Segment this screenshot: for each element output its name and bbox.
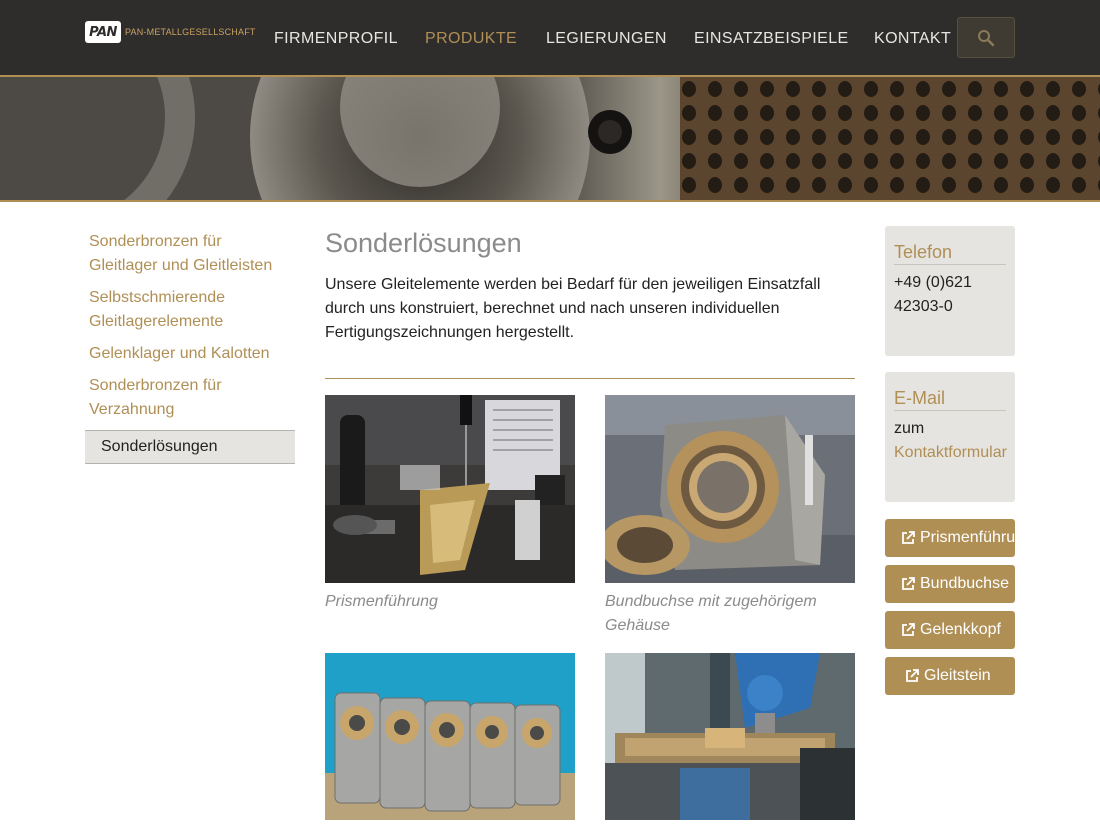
email-prefix: zum xyxy=(894,420,925,437)
contact-form-link[interactable]: Kontaktformular xyxy=(894,444,1007,461)
nav-produkte[interactable]: PRODUKTE xyxy=(425,30,517,48)
top-navigation-bar: PAN PAN-METALLGESELLSCHAFT FIRMENPROFIL … xyxy=(0,0,1100,75)
email-text: zum Kontaktformular xyxy=(894,417,1007,465)
gallery-image-gelenkkoepfe[interactable] xyxy=(325,653,575,820)
logo-text: PAN-METALLGESELLSCHAFT xyxy=(125,27,256,37)
intro-text: Unsere Gleitelemente werden bei Bedarf f… xyxy=(325,276,821,341)
sidebar-item-gleitlager[interactable]: Sonderbronzen für Gleitlager und Gleitle… xyxy=(85,230,295,278)
phone-title: Telefon xyxy=(894,240,1006,265)
quicklink-gleitstein[interactable]: Gleitstein xyxy=(885,657,1015,695)
nav-einsatzbeispiele[interactable]: EINSATZBEISPIELE xyxy=(694,30,849,48)
page-title: Sonderlösungen xyxy=(325,228,522,258)
quicklink-label: Bundbuchse xyxy=(920,575,1009,592)
phone-card: Telefon +49 (0)621 42303-0 xyxy=(885,226,1015,356)
hero-divider xyxy=(0,200,1100,202)
hero-banner-image xyxy=(0,77,1100,200)
email-title: E-Mail xyxy=(894,386,1006,411)
gallery-image-gleitstein[interactable] xyxy=(605,653,855,820)
phone-number[interactable]: +49 (0)621 42303-0 xyxy=(894,271,1006,319)
gallery-image-prismenfuehrung[interactable] xyxy=(325,395,575,583)
sidebar-item-verzahnung[interactable]: Sonderbronzen für Verzahnung xyxy=(85,374,295,422)
nav-legierungen[interactable]: LEGIERUNGEN xyxy=(546,30,667,48)
email-card: E-Mail zum Kontaktformular xyxy=(885,372,1015,502)
nav-firmenprofil[interactable]: FIRMENPROFIL xyxy=(274,30,398,48)
quicklink-label: Gleitstein xyxy=(924,667,991,684)
gallery-caption: Bundbuchse mit zugehörigem Gehäuse xyxy=(605,593,817,634)
quicklink-label: Prismenführung xyxy=(920,529,1015,546)
external-link-icon xyxy=(902,577,915,590)
external-link-icon xyxy=(902,531,915,544)
search-icon xyxy=(978,29,995,46)
gallery-image-bundbuchse[interactable] xyxy=(605,395,855,583)
sidebar-item-selbstschmierend[interactable]: Selbstschmierende Gleitlagerelemente xyxy=(85,286,295,334)
gallery-caption: Prismenführung xyxy=(325,593,438,610)
sidebar-nav: Sonderbronzen für Gleitlager und Gleitle… xyxy=(85,230,295,472)
search-button[interactable] xyxy=(957,17,1015,58)
external-link-icon xyxy=(902,623,915,636)
quicklink-bundbuchse[interactable]: Bundbuchse xyxy=(885,565,1015,603)
external-link-icon xyxy=(906,669,919,682)
quicklink-prismenfuehrung[interactable]: Prismenführung xyxy=(885,519,1015,557)
logo[interactable]: PAN PAN-METALLGESELLSCHAFT xyxy=(85,20,256,44)
nav-kontakt[interactable]: KONTAKT xyxy=(874,30,951,48)
quicklink-label: Gelenkkopf xyxy=(920,621,1001,638)
logo-mark: PAN xyxy=(85,21,121,43)
content-divider xyxy=(325,378,855,379)
quicklink-gelenkkopf[interactable]: Gelenkkopf xyxy=(885,611,1015,649)
sidebar-item-sonderloesungen[interactable]: Sonderlösungen xyxy=(85,430,295,464)
sidebar-item-gelenklager[interactable]: Gelenklager und Kalotten xyxy=(85,342,295,366)
main-content: Sonderlösungen Unsere Gleitelemente werd… xyxy=(325,226,855,345)
